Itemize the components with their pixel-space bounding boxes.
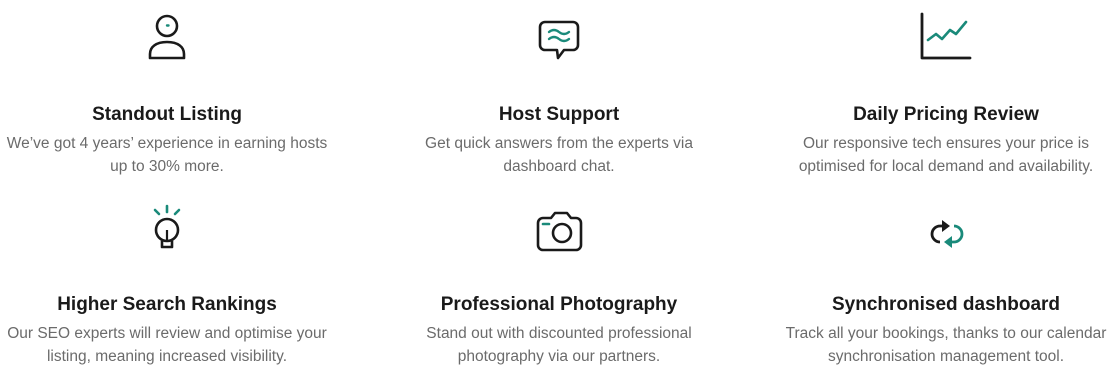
- feature-higher-search-rankings: Higher Search Rankings Our SEO experts w…: [0, 202, 337, 368]
- feature-title: Host Support: [498, 104, 620, 125]
- feature-description: Our SEO experts will review and optimise…: [7, 325, 327, 365]
- feature-description: Get quick answers from the experts via d…: [425, 135, 693, 175]
- feature-synchronised-dashboard: Synchronised dashboard Track all your bo…: [776, 202, 1116, 368]
- feature-daily-pricing-review: Daily Pricing Review Our responsive tech…: [776, 8, 1116, 178]
- feature-professional-photography: Professional Photography Stand out with …: [389, 202, 729, 368]
- chat-bubble-icon: [529, 8, 589, 68]
- chart-line-icon: [916, 8, 976, 68]
- feature-host-support: Host Support Get quick answers from the …: [389, 8, 729, 178]
- feature-description: Stand out with discounted professional p…: [426, 325, 692, 365]
- feature-description: We’ve got 4 years’ experience in earning…: [6, 135, 328, 175]
- feature-description: Our responsive tech ensures your price i…: [798, 135, 1094, 175]
- feature-standout-listing: Standout Listing We’ve got 4 years’ expe…: [0, 8, 337, 178]
- feature-title: Standout Listing: [92, 104, 242, 125]
- feature-title: Professional Photography: [440, 294, 678, 315]
- feature-description: Track all your bookings, thanks to our c…: [785, 325, 1107, 365]
- feature-title: Daily Pricing Review: [853, 104, 1039, 125]
- feature-title: Synchronised dashboard: [831, 294, 1061, 315]
- lightbulb-icon: [137, 202, 197, 262]
- person-icon: [137, 8, 197, 68]
- sync-arrows-icon: [916, 202, 976, 262]
- camera-icon: [529, 202, 589, 262]
- feature-title: Higher Search Rankings: [57, 294, 277, 315]
